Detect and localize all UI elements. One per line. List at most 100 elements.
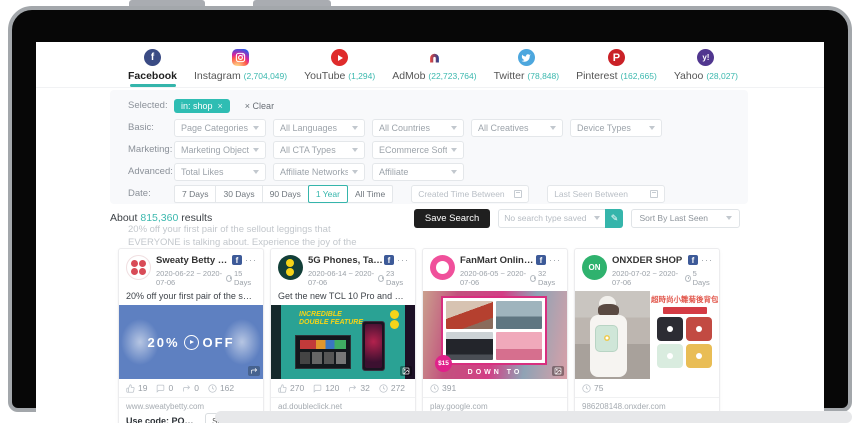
ad-domain[interactable]: ad.doubleclick.net bbox=[271, 398, 415, 412]
yahoo-icon: y! bbox=[697, 49, 714, 66]
tab-pinterest[interactable]: P Pinterest (162,665) bbox=[576, 42, 657, 87]
creative-banner-text: 超時尚小雛菊後背包 bbox=[651, 294, 719, 305]
share-corner-icon bbox=[248, 366, 260, 376]
more-menu[interactable]: ··· bbox=[701, 257, 713, 263]
calendar-icon bbox=[514, 190, 522, 198]
tab-youtube[interactable]: YouTube (1,294) bbox=[304, 42, 375, 87]
dropdown-affiliate[interactable]: Affiliate bbox=[372, 163, 464, 181]
play-icon[interactable] bbox=[184, 335, 199, 350]
tab-count: (2,704,049) bbox=[244, 71, 287, 81]
product-photo bbox=[657, 317, 683, 341]
product-panel: 超時尚小雛菊後背包 bbox=[650, 291, 719, 379]
ad-domain[interactable]: play.google.com bbox=[423, 398, 567, 412]
share-count: 32 bbox=[360, 383, 369, 393]
instagram-icon bbox=[232, 49, 249, 66]
sort-dropdown[interactable]: Sort By Last Seen bbox=[631, 209, 740, 228]
date-range-90-days[interactable]: 90 Days bbox=[262, 185, 309, 203]
ad-domain[interactable]: 986208148.onxder.com bbox=[575, 398, 719, 412]
dropdown-page-categories[interactable]: Page Categories bbox=[174, 119, 266, 137]
dropdown-marketing-objectives[interactable]: Marketing Objectives bbox=[174, 141, 266, 159]
dropdown-total-likes[interactable]: Total Likes bbox=[174, 163, 266, 181]
tab-yahoo[interactable]: y! Yahoo (28,027) bbox=[674, 42, 738, 87]
card-header: FanMart Online Shopping - F... 2020-06-0… bbox=[423, 249, 567, 291]
youtube-icon bbox=[331, 49, 348, 66]
dropdown-all-countries[interactable]: All Countries bbox=[372, 119, 464, 137]
saved-search-dropdown[interactable]: No search type saved bbox=[498, 209, 605, 228]
tab-label: AdMob bbox=[392, 70, 425, 82]
phone-graphic bbox=[362, 321, 385, 371]
card-header: Sweaty Betty London | Wom... 2020-06-22 … bbox=[119, 249, 263, 291]
more-menu[interactable]: ··· bbox=[549, 257, 561, 263]
tab-label: Pinterest bbox=[576, 70, 617, 82]
product-photo bbox=[686, 317, 712, 341]
ad-creative-image[interactable]: 超時尚小雛菊後背包 bbox=[575, 291, 719, 379]
product-photo bbox=[496, 301, 543, 329]
heat-clock-icon bbox=[582, 384, 591, 393]
card-header: 5G Phones, Tablets & SIMs | ... 2020-06-… bbox=[271, 249, 415, 291]
dropdown-affiliate-networks[interactable]: Affiliate Networks bbox=[273, 163, 365, 181]
tab-label: Instagram bbox=[194, 70, 241, 82]
duration: 32 Days bbox=[538, 269, 560, 287]
chevron-down-icon bbox=[726, 216, 732, 220]
date-range: 2020-06-14 ~ 2020-07-06 bbox=[308, 269, 378, 287]
dropdown-all-creatives[interactable]: All Creatives bbox=[471, 119, 563, 137]
product-photo bbox=[657, 344, 683, 368]
dropdown-ecommerce-softwares[interactable]: ECommerce Softwares bbox=[372, 141, 464, 159]
product-photo bbox=[446, 332, 493, 360]
date-range: 2020-06-05 ~ 2020-07-06 bbox=[460, 269, 530, 287]
selected-tag-in-shop[interactable]: in: shop× bbox=[174, 99, 230, 113]
ad-creative-image[interactable]: INCREDIBLE DOUBLE FEATURE bbox=[271, 305, 415, 379]
selected-label: Selected: bbox=[128, 100, 174, 111]
date-range-1-year[interactable]: 1 Year bbox=[308, 185, 348, 203]
tab-label: Facebook bbox=[128, 70, 177, 82]
product-photo bbox=[686, 344, 712, 368]
saved-search-control: No search type saved ✎ bbox=[498, 209, 623, 228]
last-seen-input[interactable]: Last Seen Between bbox=[547, 185, 665, 203]
edit-saved-search-button[interactable]: ✎ bbox=[605, 209, 623, 228]
clock-icon bbox=[685, 275, 691, 282]
network-tabbar: f Facebook Instagram (2,704,049) YouTube… bbox=[36, 42, 824, 88]
product-photo bbox=[446, 301, 493, 329]
chevron-down-icon bbox=[352, 148, 358, 152]
creative-text-percent: 20% bbox=[147, 335, 179, 350]
clear-filters-button[interactable]: × Clear bbox=[245, 101, 274, 111]
share-icon bbox=[348, 384, 357, 393]
date-range-7-days[interactable]: 7 Days bbox=[174, 185, 216, 203]
tag-close-icon[interactable]: × bbox=[218, 101, 223, 111]
pencil-icon: ✎ bbox=[611, 213, 619, 224]
tab-admob[interactable]: AdMob (22,723,764) bbox=[392, 42, 476, 87]
save-search-button[interactable]: Save Search bbox=[414, 209, 490, 228]
admob-icon bbox=[426, 49, 443, 66]
facebook-mini-icon: f bbox=[688, 255, 698, 265]
card-header: ON ONXDER SHOP 2020-07-02 ~ 2020-07-06 5… bbox=[575, 249, 719, 291]
tab-count: (162,665) bbox=[620, 71, 656, 81]
heat-count: 75 bbox=[594, 383, 603, 393]
share-icon bbox=[182, 384, 191, 393]
ad-creative-image[interactable]: $15 DOWN TO bbox=[423, 291, 567, 379]
tab-count: (1,294) bbox=[348, 71, 375, 81]
like-icon bbox=[126, 384, 135, 393]
tab-twitter[interactable]: Twitter (78,848) bbox=[494, 42, 560, 87]
chevron-down-icon bbox=[550, 126, 556, 130]
ad-title: Use code: POWER20 bbox=[126, 416, 201, 423]
dropdown-device-types[interactable]: Device Types bbox=[570, 119, 662, 137]
dropdown-all-languages[interactable]: All Languages bbox=[273, 119, 365, 137]
more-menu[interactable]: ··· bbox=[397, 257, 409, 263]
stats-row: 391 bbox=[423, 379, 567, 398]
duration: 15 Days bbox=[234, 269, 256, 287]
ad-creative-video[interactable]: 20% OFF bbox=[119, 305, 263, 379]
heat-clock-icon bbox=[208, 384, 217, 393]
onxder-logo: ON bbox=[582, 255, 607, 280]
date-range-all-time[interactable]: All Time bbox=[347, 185, 393, 203]
date-range-30-days[interactable]: 30 Days bbox=[215, 185, 262, 203]
dropdown-cta-types[interactable]: All CTA Types bbox=[273, 141, 365, 159]
ad-domain[interactable]: www.sweatybetty.com bbox=[119, 398, 263, 412]
ad-card: Sweaty Betty London | Wom... 2020-06-22 … bbox=[118, 248, 264, 423]
tab-facebook[interactable]: f Facebook bbox=[128, 42, 177, 87]
tab-instagram[interactable]: Instagram (2,704,049) bbox=[194, 42, 287, 87]
created-time-input[interactable]: Created Time Between bbox=[411, 185, 529, 203]
laptop-base bbox=[215, 411, 852, 423]
more-menu[interactable]: ··· bbox=[245, 257, 257, 263]
clock-icon bbox=[530, 275, 536, 282]
twitter-icon bbox=[518, 49, 535, 66]
